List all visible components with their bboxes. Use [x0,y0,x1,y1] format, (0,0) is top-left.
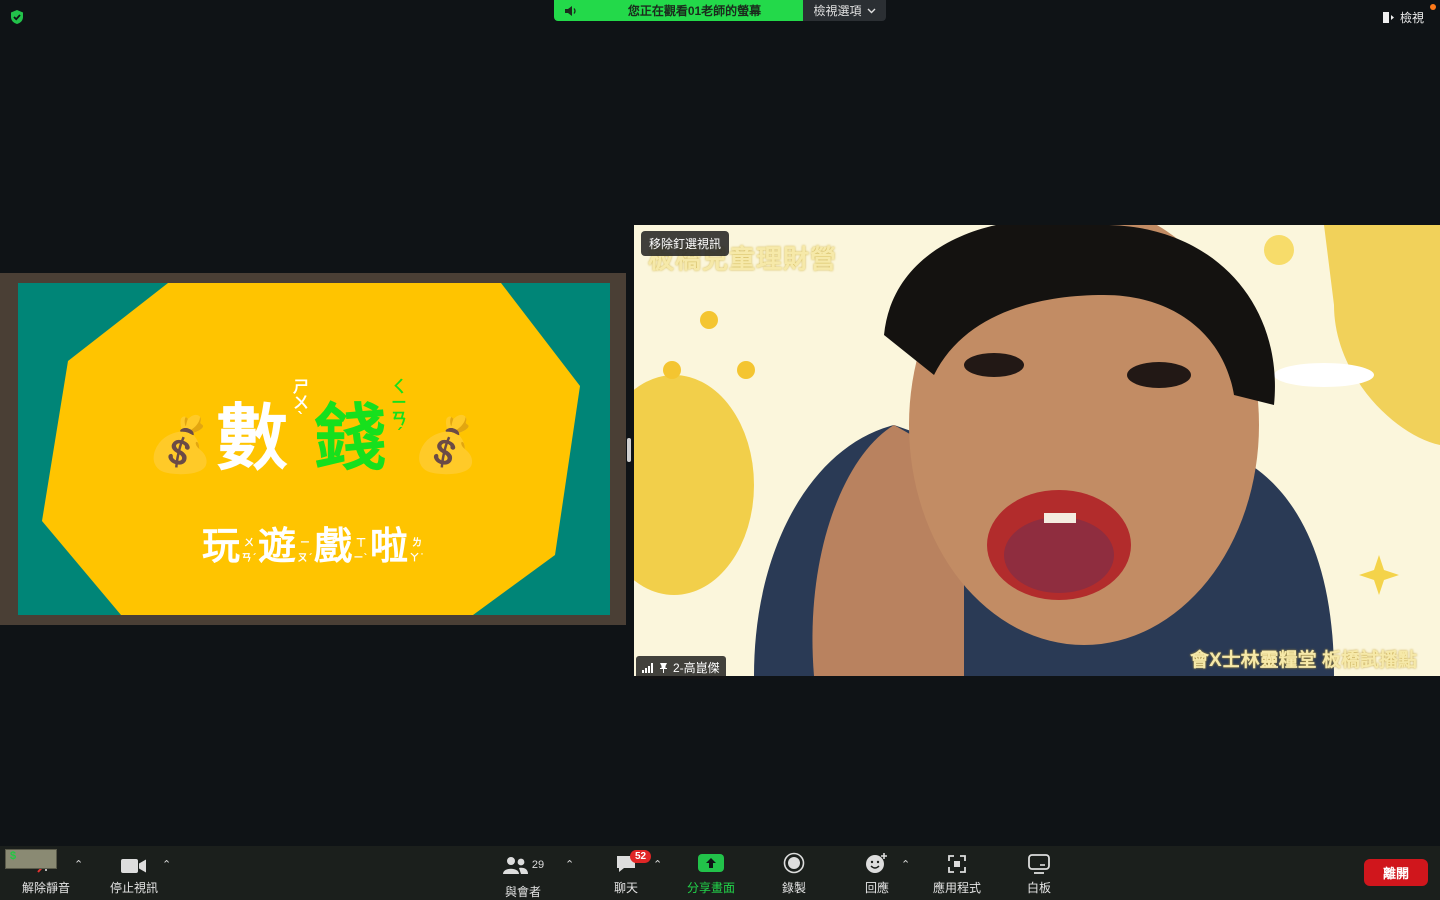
viewing-status: 您正在觀看01老師的螢幕 [554,0,803,21]
speaker-icon [565,5,576,16]
record-icon [783,852,805,874]
subtitle-bopomofo: ㄧㄡˊ [297,537,313,564]
meeting-toolbar: 解除靜音 ⌃ 停止視訊 ⌃ 29 與會者 ⌃ 聊天 ⌃ 分享畫面 錄製 回應 ⌃… [0,846,1440,900]
signal-strength-icon [642,662,653,673]
shared-slide: 💰數ㄕㄨˋ錢ㄑㄧㄢˊ 💰 玩ㄨㄢˊ遊 ㄧㄡˊ戲 ㄒㄧˋ啦 ㄌㄚ˙ [18,283,610,615]
screen-share-banner: 您正在觀看01老師的螢幕 檢視選項 [554,0,886,21]
participants-label: 與會者 [504,885,541,899]
unmute-label: 解除靜音 [21,881,70,895]
pin-icon [660,663,667,673]
share-screen-button[interactable]: 分享畫面 [683,846,739,900]
whiteboard-label: 白板 [1026,881,1051,895]
slide-subtitle: 玩ㄨㄢˊ遊 ㄧㄡˊ戲 ㄒㄧˋ啦 ㄌㄚ˙ [18,515,610,570]
participants-caret-icon[interactable]: ⌃ [565,858,574,871]
subtitle-char: 戲 [314,524,353,568]
notification-dot [1430,4,1436,10]
title-bopomofo-1: ㄕㄨˋ [292,377,311,428]
record-button[interactable]: 錄製 [772,846,816,900]
chat-unread-badge: 52 [630,850,652,863]
slide-title: 💰數ㄕㄨˋ錢ㄑㄧㄢˊ 💰 [18,379,610,484]
chat-label: 聊天 [613,881,638,895]
whiteboard-icon [1028,854,1050,874]
chevron-down-icon [867,8,875,13]
split-view-handle[interactable] [627,438,631,462]
apps-icon [948,855,966,873]
reactions-caret-icon[interactable]: ⌃ [901,858,910,871]
reactions-smiley-icon [866,853,887,873]
reactions-label: 回應 [864,881,889,895]
title-char-1: 數 [215,396,290,480]
money-bag-icon: 💰 [412,413,482,476]
participant-name: 2-高崑傑 [673,661,720,675]
participants-button[interactable]: 29 與會者 [500,846,546,900]
apps-label: 應用程式 [932,881,981,895]
view-button[interactable]: 檢視 [1382,9,1424,26]
background-footer: 會X士林靈糧堂 板橋試播點 [1190,650,1417,671]
audio-options-caret-icon[interactable]: ⌃ [74,858,83,871]
video-camera-icon [121,859,146,873]
leave-meeting-button[interactable]: 離開 [1364,859,1428,886]
view-label: 檢視 [1399,11,1424,25]
subtitle-bopomofo: ㄒㄧˋ [353,537,369,564]
stop-video-label: 停止視訊 [109,881,158,895]
view-layout-icon [1382,12,1394,23]
share-screen-icon [698,854,724,872]
viewing-status-text: 您正在觀看01老師的螢幕 [627,4,762,18]
share-screen-label: 分享畫面 [686,881,735,895]
self-view-thumbnail-sign: $ [10,850,17,862]
stop-video-button[interactable]: 停止視訊 [106,846,162,900]
subtitle-char: 遊 [257,524,296,568]
video-options-caret-icon[interactable]: ⌃ [162,858,171,871]
participant-name-tag: 2-高崑傑 [636,656,726,679]
apps-button[interactable]: 應用程式 [928,846,986,900]
subtitle-char: 啦 [370,524,409,568]
unpin-video-button[interactable]: 移除釘選視訊 [641,231,730,256]
participants-count: 29 [531,859,545,871]
security-shield-icon[interactable] [9,9,25,25]
participants-icon [502,857,528,874]
reactions-button[interactable]: 回應 [855,846,899,900]
subtitle-bopomofo: ㄌㄚ˙ [409,537,425,564]
participant-video-tile[interactable]: 板橋兒童理財營 會X士林靈糧堂 板橋試播點 [634,225,1440,676]
whiteboard-button[interactable]: 白板 [1017,846,1061,900]
title-bopomofo-2: ㄑㄧㄢˊ [391,377,410,444]
money-bag-icon: 💰 [146,413,216,476]
view-options-label: 檢視選項 [813,4,862,18]
subtitle-char: 玩 [201,524,240,568]
chat-caret-icon[interactable]: ⌃ [653,858,662,871]
view-options-button[interactable]: 檢視選項 [803,0,886,21]
record-label: 錄製 [781,881,806,895]
subtitle-bopomofo: ㄨㄢˊ [241,537,257,564]
video-frame-illustration [634,225,1440,676]
title-char-2: 錢 [314,396,389,480]
